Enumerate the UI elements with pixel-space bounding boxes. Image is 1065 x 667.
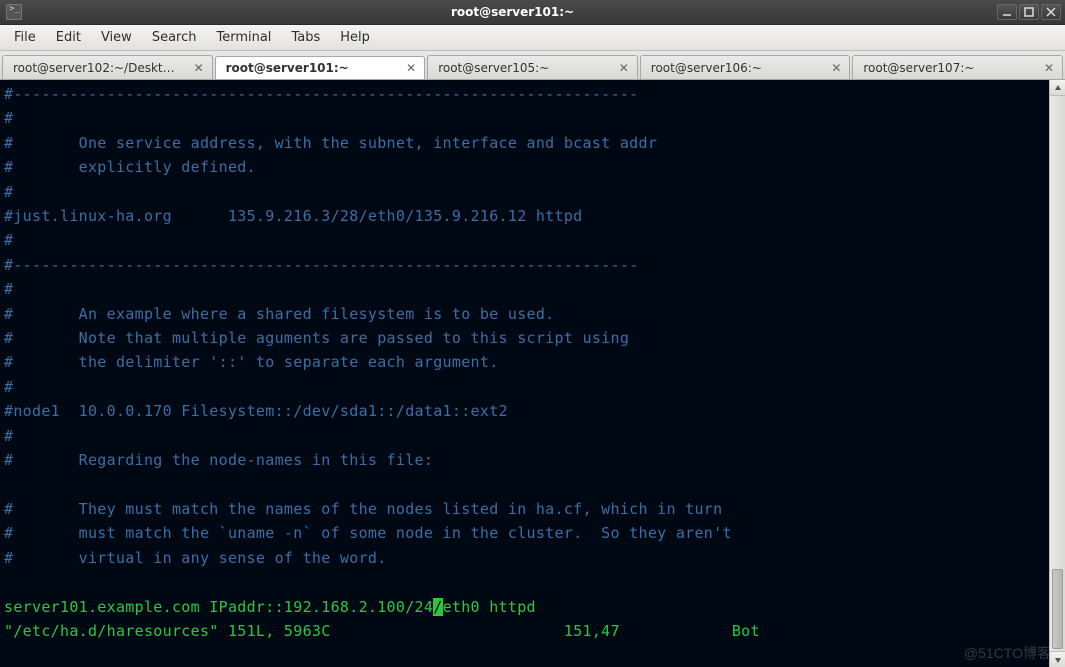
scroll-thumb[interactable] — [1052, 569, 1063, 649]
minimize-button[interactable] — [997, 4, 1017, 20]
tab-label: root@server102:~/Deskt… — [13, 61, 186, 75]
window-buttons — [997, 4, 1065, 20]
tab-close-icon[interactable]: ✕ — [1042, 61, 1056, 75]
terminal[interactable]: #---------------------------------------… — [0, 80, 1049, 667]
scroll-up-button[interactable] — [1050, 80, 1065, 96]
menu-tabs[interactable]: Tabs — [281, 27, 330, 48]
window-title: root@server101:~ — [28, 5, 997, 19]
tab-label: root@server107:~ — [863, 61, 1036, 75]
tab-close-icon[interactable]: ✕ — [192, 61, 206, 75]
window-titlebar: root@server101:~ — [0, 0, 1065, 25]
close-button[interactable] — [1041, 4, 1061, 20]
tab-server106[interactable]: root@server106:~ ✕ — [640, 55, 851, 79]
tab-label: root@server101:~ — [226, 61, 399, 75]
menu-search[interactable]: Search — [142, 27, 207, 48]
tab-close-icon[interactable]: ✕ — [617, 61, 631, 75]
menu-terminal[interactable]: Terminal — [206, 27, 281, 48]
menubar: File Edit View Search Terminal Tabs Help — [0, 25, 1065, 51]
menu-edit[interactable]: Edit — [46, 27, 91, 48]
menu-help[interactable]: Help — [330, 27, 380, 48]
tab-label: root@server106:~ — [651, 61, 824, 75]
terminal-app-icon — [6, 4, 22, 20]
terminal-wrapper: #---------------------------------------… — [0, 80, 1065, 667]
tab-server107[interactable]: root@server107:~ ✕ — [852, 55, 1063, 79]
tab-server101[interactable]: root@server101:~ ✕ — [215, 56, 426, 80]
tab-label: root@server105:~ — [438, 61, 611, 75]
scroll-down-button[interactable] — [1050, 651, 1065, 667]
tab-close-icon[interactable]: ✕ — [829, 61, 843, 75]
scrollbar[interactable] — [1049, 80, 1065, 667]
maximize-button[interactable] — [1019, 4, 1039, 20]
tab-server105[interactable]: root@server105:~ ✕ — [427, 55, 638, 79]
tab-server102[interactable]: root@server102:~/Deskt… ✕ — [2, 55, 213, 79]
menu-file[interactable]: File — [4, 27, 46, 48]
tabstrip: root@server102:~/Deskt… ✕ root@server101… — [0, 51, 1065, 80]
tab-close-icon[interactable]: ✕ — [404, 61, 418, 75]
scroll-track[interactable] — [1050, 96, 1065, 651]
menu-view[interactable]: View — [91, 27, 142, 48]
